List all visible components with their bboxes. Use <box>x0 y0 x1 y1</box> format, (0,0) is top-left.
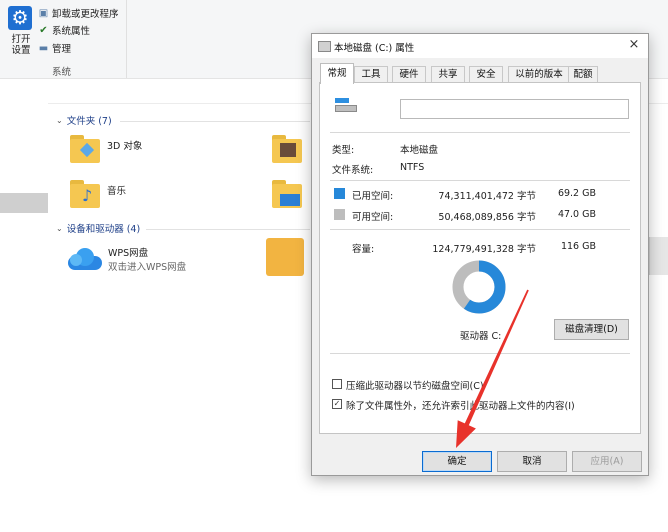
usage-donut-chart <box>452 260 506 314</box>
uninstall-programs-item[interactable]: ▣ 卸载或更改程序 <box>38 6 119 21</box>
cancel-button[interactable]: 取消 <box>497 451 567 472</box>
dialog-title: 本地磁盘 (C:) 属性 <box>334 43 415 54</box>
tab-quota[interactable]: 配额 <box>568 66 598 83</box>
wps-cloud-icon[interactable] <box>66 246 102 270</box>
free-space-swatch <box>334 209 345 220</box>
devices-header-rule <box>146 229 310 230</box>
chevron-down-icon: ⌄ <box>56 115 63 125</box>
folder-music-icon[interactable]: ♪ <box>70 180 104 208</box>
index-checkbox[interactable]: ✓ <box>332 399 342 409</box>
folders-header-label: 文件夹 (7) <box>66 116 112 127</box>
wps-drive-title[interactable]: WPS网盘 <box>108 245 148 259</box>
general-tab-panel: 类型: 本地磁盘 文件系统: NTFS 已用空间: 74,311,401,472… <box>319 82 641 434</box>
free-space-size: 47.0 GB <box>557 209 596 220</box>
drive-name-input[interactable] <box>400 99 629 119</box>
type-value: 本地磁盘 <box>400 145 439 156</box>
drive-properties-dialog: 本地磁盘 (C:) 属性 × 常规 工具 硬件 共享 安全 以前的版本 配额 类… <box>311 33 649 476</box>
programs-icon: ▣ <box>38 7 49 19</box>
filesystem-value: NTFS <box>400 162 425 173</box>
used-space-size: 69.2 GB <box>557 188 596 199</box>
used-space-bytes: 74,311,401,472 字节 <box>438 191 536 202</box>
apply-button[interactable]: 应用(A) <box>572 451 642 472</box>
tab-general[interactable]: 常规 <box>320 63 354 84</box>
folder-desktop-icon[interactable] <box>272 180 306 208</box>
divider <box>330 353 630 354</box>
filesystem-label: 文件系统: <box>332 165 374 176</box>
gear-icon[interactable]: ⚙ <box>8 6 32 30</box>
used-space-label: 已用空间: <box>352 191 394 202</box>
folders-header-rule <box>120 121 310 122</box>
partially-hidden-item[interactable] <box>649 237 668 275</box>
capacity-size: 116 GB <box>560 241 596 252</box>
close-icon[interactable]: × <box>626 37 642 53</box>
ribbon-group-label: 系统 <box>52 67 72 78</box>
tab-security[interactable]: 安全 <box>469 66 503 83</box>
tab-sharing[interactable]: 共享 <box>431 66 465 83</box>
folder-3d-objects-label[interactable]: 3D 对象 <box>107 138 142 152</box>
disk-cleanup-button[interactable]: 磁盘清理(D) <box>554 319 629 340</box>
type-label: 类型: <box>332 145 355 156</box>
divider <box>330 132 630 133</box>
capacity-label: 容量: <box>352 244 375 255</box>
computer-manage-icon: ▬ <box>38 42 49 54</box>
drive-letter-label: 驱动器 C: <box>460 331 502 342</box>
devices-section-header[interactable]: ⌄ 设备和驱动器 (4) <box>56 221 141 236</box>
open-settings-button[interactable]: 打开 设置 <box>4 34 38 56</box>
compress-checkbox[interactable] <box>332 379 342 389</box>
manage-item[interactable]: ▬ 管理 <box>38 41 72 56</box>
system-properties-label: 系统属性 <box>52 26 91 37</box>
manage-label: 管理 <box>52 44 72 55</box>
divider <box>330 229 630 230</box>
folders-section-header[interactable]: ⌄ 文件夹 (7) <box>56 113 112 128</box>
index-label[interactable]: 除了文件属性外，还允许索引此驱动器上文件的内容(I) <box>346 398 575 412</box>
compress-label[interactable]: 压缩此驱动器以节约磁盘空间(C) <box>346 378 484 392</box>
folder-videos-icon[interactable] <box>272 135 306 163</box>
capacity-bytes: 124,779,491,328 字节 <box>432 244 536 255</box>
drive-small-icon <box>318 41 331 52</box>
tab-previous-versions[interactable]: 以前的版本 <box>508 66 570 83</box>
chevron-down-icon: ⌄ <box>56 223 63 233</box>
orange-app-tile-icon[interactable] <box>266 238 304 276</box>
ok-button[interactable]: 确定 <box>422 451 492 472</box>
dialog-title-bar[interactable]: 本地磁盘 (C:) 属性 × <box>312 34 648 58</box>
folder-music-label[interactable]: 音乐 <box>107 183 126 197</box>
free-space-bytes: 50,468,089,856 字节 <box>438 212 536 223</box>
drive-icon <box>335 98 357 112</box>
free-space-label: 可用空间: <box>352 212 394 223</box>
folder-3d-objects-icon[interactable] <box>70 135 104 163</box>
system-properties-item[interactable]: ✔ 系统属性 <box>38 23 91 38</box>
tab-hardware[interactable]: 硬件 <box>392 66 426 83</box>
tab-tools[interactable]: 工具 <box>354 66 388 83</box>
check-icon: ✔ <box>39 24 48 36</box>
devices-header-label: 设备和驱动器 (4) <box>66 224 141 235</box>
uninstall-programs-label: 卸载或更改程序 <box>52 9 119 20</box>
wps-drive-subtitle: 双击进入WPS网盘 <box>108 262 187 273</box>
divider <box>330 180 630 181</box>
nav-pane-selected-item[interactable] <box>0 193 48 213</box>
used-space-swatch <box>334 188 345 199</box>
